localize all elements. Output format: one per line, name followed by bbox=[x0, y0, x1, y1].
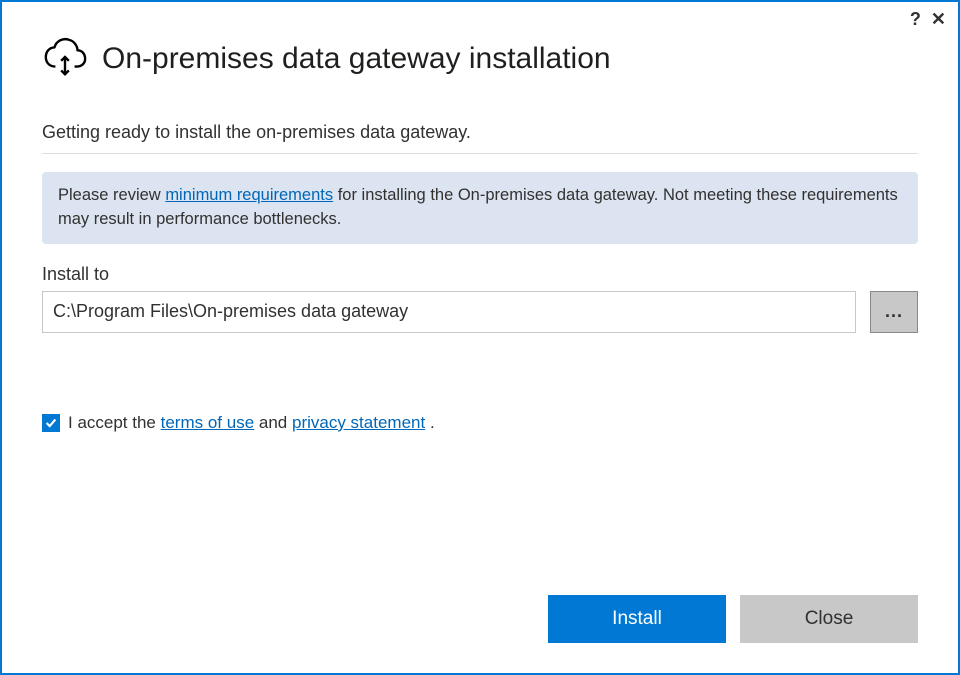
header: On-premises data gateway installation bbox=[42, 34, 918, 84]
close-icon[interactable]: ✕ bbox=[931, 10, 946, 28]
install-to-label: Install to bbox=[42, 264, 918, 285]
installer-window: ? ✕ On-premises data gateway installatio… bbox=[0, 0, 960, 675]
accept-text: I accept the terms of use and privacy st… bbox=[68, 413, 435, 433]
page-title: On-premises data gateway installation bbox=[102, 42, 611, 76]
browse-button[interactable]: ... bbox=[870, 291, 918, 333]
accept-before: I accept the bbox=[68, 413, 161, 432]
install-path-input[interactable] bbox=[42, 291, 856, 333]
requirements-banner: Please review minimum requirements for i… bbox=[42, 172, 918, 244]
privacy-statement-link[interactable]: privacy statement bbox=[292, 413, 425, 432]
close-button[interactable]: Close bbox=[740, 595, 918, 643]
content-area: On-premises data gateway installation Ge… bbox=[2, 2, 958, 595]
help-icon[interactable]: ? bbox=[910, 10, 921, 28]
accept-after: . bbox=[425, 413, 434, 432]
gateway-cloud-icon bbox=[42, 34, 88, 84]
titlebar-controls: ? ✕ bbox=[910, 10, 946, 28]
terms-of-use-link[interactable]: terms of use bbox=[161, 413, 255, 432]
accept-checkbox[interactable] bbox=[42, 414, 60, 432]
install-path-row: ... bbox=[42, 291, 918, 333]
minimum-requirements-link[interactable]: minimum requirements bbox=[165, 186, 333, 204]
accept-terms-row: I accept the terms of use and privacy st… bbox=[42, 413, 918, 433]
install-button[interactable]: Install bbox=[548, 595, 726, 643]
banner-text-before: Please review bbox=[58, 186, 165, 204]
accept-middle: and bbox=[254, 413, 292, 432]
subtitle: Getting ready to install the on-premises… bbox=[42, 122, 918, 154]
footer: Install Close bbox=[2, 595, 958, 673]
